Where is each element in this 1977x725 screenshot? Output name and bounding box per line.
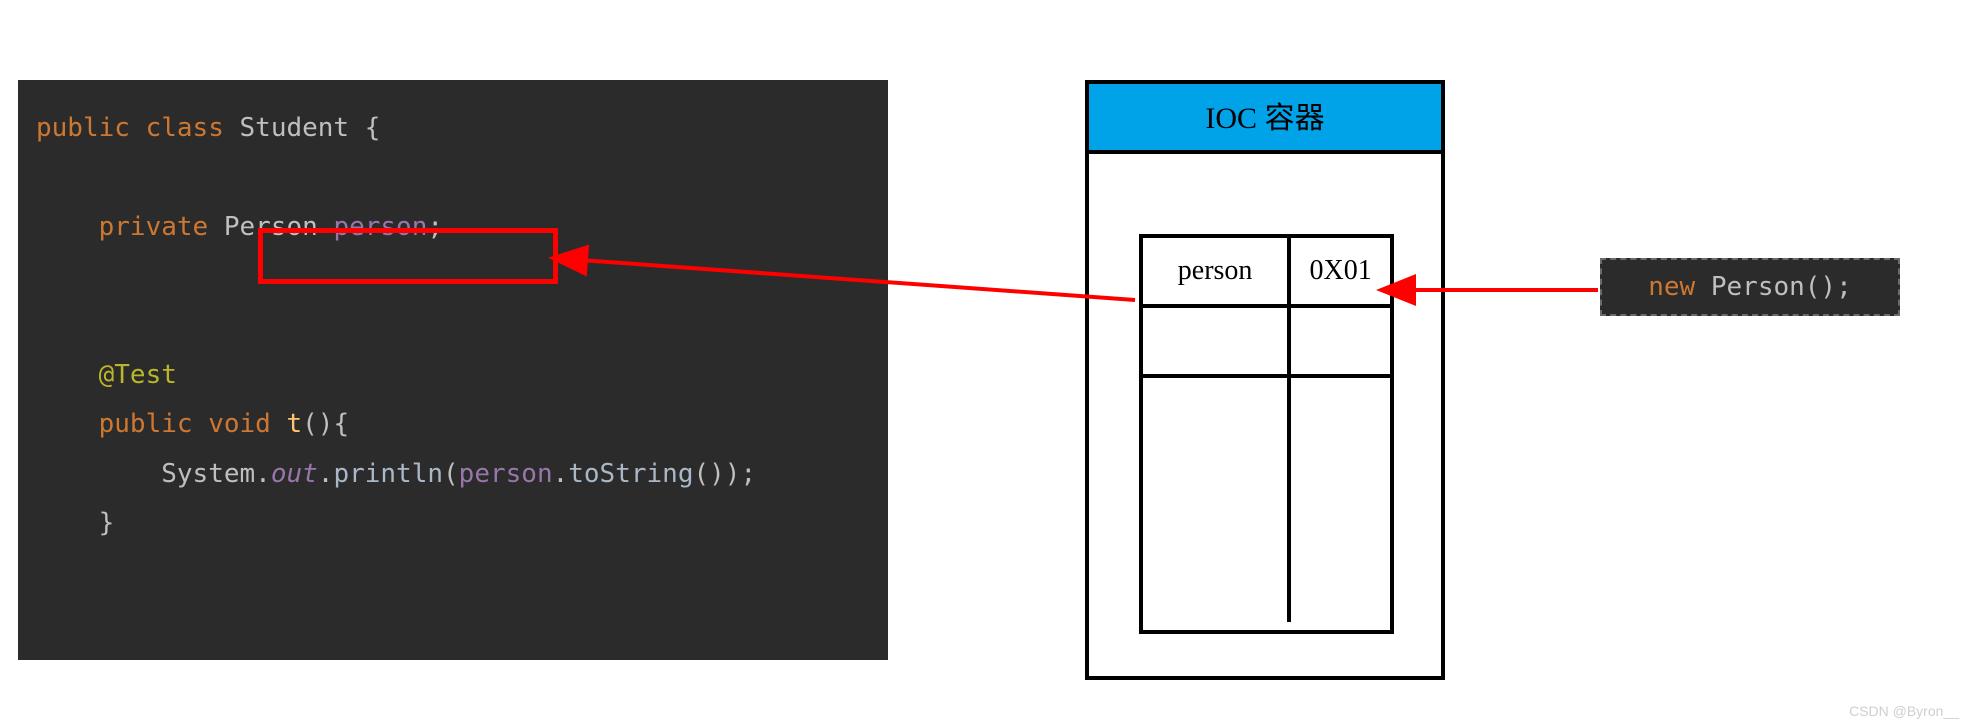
out: out [271,459,318,489]
println: println [333,459,443,489]
cell-val: 0X01 [1291,238,1390,304]
dot3: . [553,459,569,489]
cell-val-empty [1291,308,1390,374]
arg-tostring: toString [568,459,693,489]
arg-close: ()); [693,459,756,489]
ioc-table: person 0X01 [1139,234,1394,634]
kw-private: private [99,212,209,242]
brace-open2: { [333,409,349,439]
col-l-empty [1143,378,1291,622]
annotation-test: @Test [99,360,177,390]
watermark: CSDN @Byron__ [1849,703,1959,719]
cell-key-empty [1143,308,1291,374]
ioc-body: person 0X01 [1089,154,1441,672]
col-r-empty [1291,378,1390,622]
brace-close2: } [99,508,115,538]
ioc-title: IOC 容器 [1089,84,1441,154]
table-row [1143,308,1390,378]
kw-new: new [1648,272,1695,302]
kw-public: public [36,113,130,143]
arg-open: ( [443,459,459,489]
sys: System [161,459,255,489]
snippet-type: Person [1711,272,1805,302]
kw-public2: public [99,409,193,439]
table-row: person 0X01 [1143,238,1390,308]
table-rest [1143,378,1390,622]
brace-open: { [365,113,381,143]
semicolon: ; [427,212,443,242]
field-name: person [333,212,427,242]
snippet-tail: (); [1805,272,1852,302]
class-name: Student [240,113,350,143]
kw-void: void [208,409,271,439]
fn-name: t [286,409,302,439]
kw-class: class [146,113,224,143]
code-editor: public class Student { private Person pe… [18,80,888,660]
cell-key: person [1143,238,1291,304]
paren-empty: () [302,409,333,439]
dot2: . [318,459,334,489]
arg-person: person [459,459,553,489]
field-type: Person [224,212,318,242]
dot1: . [255,459,271,489]
ioc-container: IOC 容器 person 0X01 [1085,80,1445,680]
new-person-snippet: new Person(); [1600,258,1900,316]
